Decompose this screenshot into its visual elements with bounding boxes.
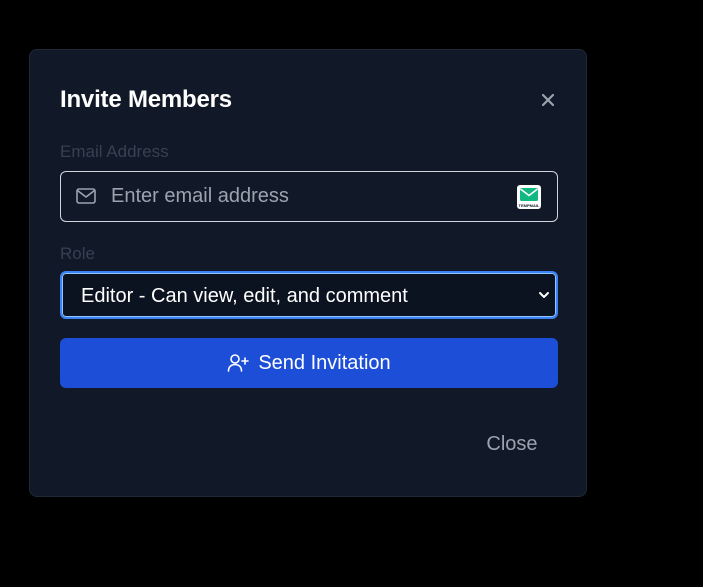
modal-close-button[interactable] [538,90,558,110]
email-field[interactable]: TEMPMAIL [60,171,558,222]
mail-icon [76,188,96,204]
send-invitation-content: Send Invitation [227,351,391,375]
role-label: Role [60,244,95,263]
temp-mail-icon[interactable]: TEMPMAIL [517,185,541,209]
email-label: Email Address [60,142,169,161]
close-icon [541,93,555,107]
temp-mail-text: TEMPMAIL [518,203,540,208]
modal-title: Invite Members [60,86,232,113]
invite-members-modal: Invite Members Email Address TEMPMAIL Ro… [29,49,587,497]
email-input[interactable] [109,172,506,221]
role-selected-value: Editor - Can view, edit, and comment [81,285,408,307]
send-invitation-button[interactable]: Send Invitation [60,338,558,388]
user-plus-icon [228,354,250,372]
close-button[interactable]: Close [476,428,548,460]
chevron-down-icon [539,292,549,298]
send-invitation-label: Send Invitation [258,351,391,374]
role-select[interactable]: Editor - Can view, edit, and comment [60,271,558,319]
